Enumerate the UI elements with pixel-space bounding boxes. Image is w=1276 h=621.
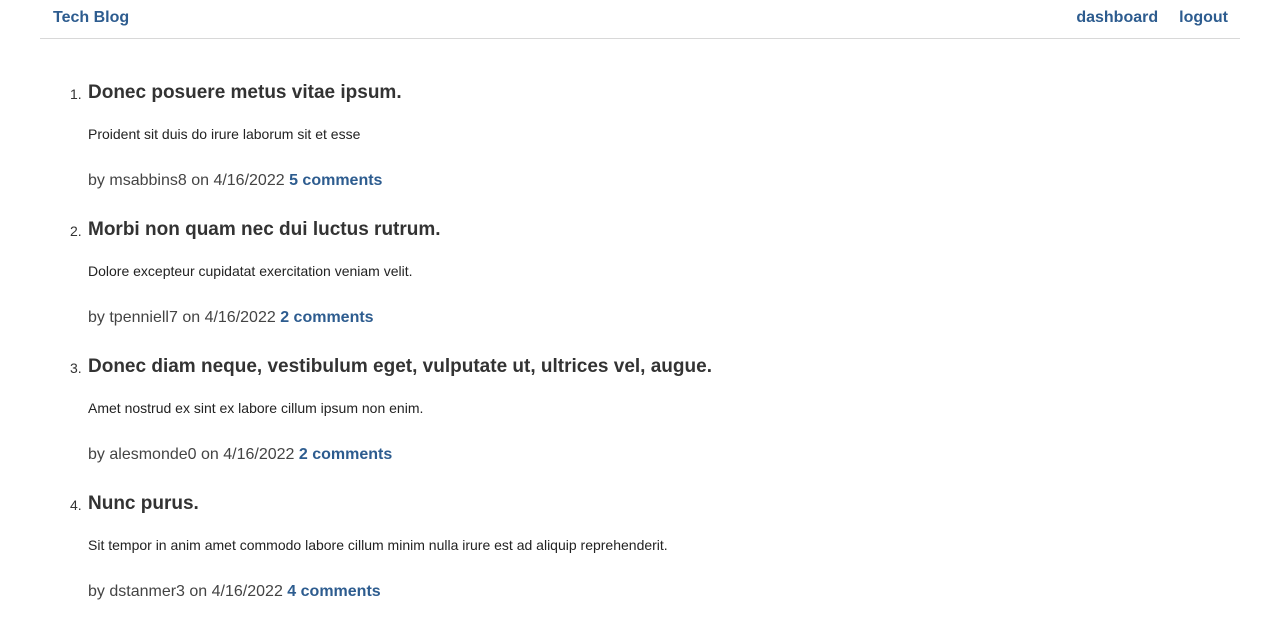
post-title: Nunc purus. (88, 493, 199, 514)
post-date: 4/16/2022 (223, 446, 295, 463)
post-number: 1. (70, 86, 82, 102)
post-number: 3. (70, 360, 82, 376)
by-label: by (88, 583, 105, 600)
by-label: by (88, 446, 105, 463)
post-title: Donec posuere metus vitae ipsum. (88, 82, 402, 103)
post-body: Sit tempor in anim amet commodo labore c… (88, 537, 668, 553)
post-body: Proident sit duis do irure laborum sit e… (88, 126, 361, 142)
brand-link[interactable]: Tech Blog (53, 9, 129, 27)
top-nav: dashboard logout (1076, 9, 1228, 27)
post-number: 2. (70, 223, 82, 239)
comments-link[interactable]: 2 comments (299, 446, 392, 463)
comments-link[interactable]: 4 comments (287, 583, 380, 600)
post-author: alesmonde0 (109, 446, 197, 463)
comments-link[interactable]: 5 comments (289, 172, 382, 189)
post-meta: by dstanmer3 on 4/16/2022 4 comments (88, 583, 381, 601)
by-label: by (88, 309, 105, 326)
post-date: 4/16/2022 (204, 309, 276, 326)
post-title: Morbi non quam nec dui luctus rutrum. (88, 219, 441, 240)
post-author: dstanmer3 (109, 583, 185, 600)
post-number: 4. (70, 497, 82, 513)
on-label: on (200, 446, 219, 463)
post-author: msabbins8 (109, 172, 187, 189)
on-label: on (189, 583, 208, 600)
post-body: Dolore excepteur cupidatat exercitation … (88, 263, 413, 279)
comments-link[interactable]: 2 comments (280, 309, 373, 326)
post-title: Donec diam neque, vestibulum eget, vulpu… (88, 356, 712, 377)
on-label: on (191, 172, 209, 189)
post-date: 4/16/2022 (213, 172, 285, 189)
post-meta: by msabbins8 on 4/16/2022 5 comments (88, 172, 382, 190)
post-meta: by tpenniell7 on 4/16/2022 2 comments (88, 309, 374, 327)
post-date: 4/16/2022 (211, 583, 283, 600)
post-author: tpenniell7 (109, 309, 178, 326)
post-body: Amet nostrud ex sint ex labore cillum ip… (88, 400, 424, 416)
site-header: Tech Blog dashboard logout (40, 0, 1240, 39)
by-label: by (88, 172, 105, 189)
post-meta: by alesmonde0 on 4/16/2022 2 comments (88, 446, 392, 464)
nav-logout-link[interactable]: logout (1179, 9, 1228, 27)
on-label: on (182, 309, 201, 326)
nav-dashboard-link[interactable]: dashboard (1076, 9, 1158, 27)
